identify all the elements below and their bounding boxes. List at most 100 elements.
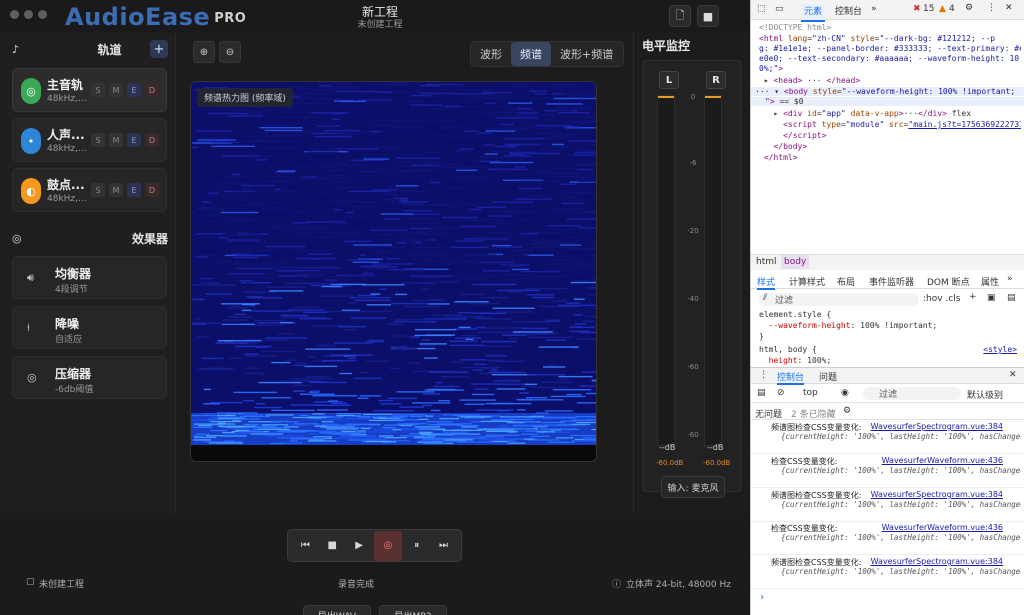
pause-button[interactable]: ⏸︎	[405, 534, 429, 558]
input-source-button[interactable]: 输入: 麦克风	[661, 476, 725, 498]
effect-item-eq[interactable]: 🔊︎ 均衡器 4段调节	[12, 256, 167, 299]
tab-properties[interactable]: 属性	[981, 275, 999, 288]
log-object[interactable]: {currentHeight: '100%', lastHeight: '100…	[781, 533, 1021, 542]
track-item[interactable]: ◐ 鼓点... 48kHz,... S M E D	[12, 168, 167, 212]
settings-icon[interactable]: ⚙	[965, 3, 973, 13]
skip-back-button[interactable]: ⏮︎	[293, 534, 317, 558]
log-object[interactable]: {currentHeight: '100%', lastHeight: '100…	[781, 466, 1021, 475]
console-log-entry[interactable]: 频谱图检查CSS变量变化: WavesurferSpectrogram.vue:…	[751, 421, 1024, 454]
solo-button[interactable]: S	[91, 133, 105, 147]
effect-name: 压缩器	[55, 367, 92, 381]
stop-button[interactable]: ■	[697, 5, 719, 27]
mute-button[interactable]: M	[109, 183, 123, 197]
mode-waveform[interactable]: 波形	[471, 42, 511, 66]
hov-cls-toggle[interactable]: :hov .cls	[923, 294, 960, 304]
effects-button[interactable]: E	[127, 83, 141, 97]
close-window-button[interactable]	[10, 10, 19, 19]
effect-item-compressor[interactable]: ◎ 压缩器 -6db阈值	[12, 356, 167, 399]
tab-elements[interactable]: 元素	[801, 4, 826, 22]
console-log-entry[interactable]: 检查CSS变量变化: WavesurferWaveform.vue:436 {c…	[751, 522, 1024, 555]
close-icon[interactable]: ✕	[1005, 3, 1013, 13]
context-selector[interactable]: top	[803, 388, 818, 398]
export-wav-button[interactable]: 导出WAV	[303, 605, 371, 615]
tab-layout[interactable]: 布局	[837, 275, 855, 288]
settings-icon[interactable]: ⚙	[843, 406, 851, 416]
error-count[interactable]: 15	[923, 4, 934, 14]
clear-console-icon[interactable]: ⊘	[777, 388, 785, 398]
mode-waveform-spectrum[interactable]: 波形+频谱	[551, 42, 622, 66]
log-object[interactable]: {currentHeight: '100%', lastHeight: '100…	[781, 567, 1021, 576]
solo-button[interactable]: S	[91, 183, 105, 197]
track-item[interactable]: ◎ 主音轨 48kHz,... S M E D	[12, 68, 167, 112]
play-button[interactable]: ▶︎	[347, 534, 371, 558]
more-tabs-icon[interactable]: »	[871, 4, 877, 14]
log-message: 检查CSS变量变化:	[771, 524, 838, 533]
tab-dom-breakpoints[interactable]: DOM 断点	[927, 275, 970, 288]
drawer-tab-issues[interactable]: 问题	[819, 370, 837, 383]
sidebar-toggle-icon[interactable]: ▤	[1007, 293, 1016, 303]
console-prompt[interactable]: ›	[759, 592, 765, 603]
delete-button[interactable]: D	[145, 183, 159, 197]
log-source-link[interactable]: WavesurferSpectrogram.vue:384	[871, 422, 1003, 431]
more-tabs-icon[interactable]: »	[1007, 274, 1013, 284]
target-icon: ◎	[21, 78, 41, 104]
console-log-entry[interactable]: 检查CSS变量变化: WavesurferWaveform.vue:436 {c…	[751, 455, 1024, 488]
mute-button[interactable]: M	[109, 133, 123, 147]
close-icon[interactable]: ✕	[1009, 370, 1017, 380]
tick-label: -40	[687, 295, 699, 303]
maximize-window-button[interactable]	[38, 10, 47, 19]
minimize-window-button[interactable]	[24, 10, 33, 19]
mute-button[interactable]: M	[109, 83, 123, 97]
log-object[interactable]: {currentHeight: '100%', lastHeight: '100…	[781, 500, 1021, 509]
log-source-link[interactable]: WavesurferWaveform.vue:436	[882, 523, 1003, 532]
stop-transport-button[interactable]: ■	[320, 534, 344, 558]
log-object[interactable]: {currentHeight: '100%', lastHeight: '100…	[781, 432, 1021, 441]
effects-button[interactable]: E	[127, 183, 141, 197]
delete-button[interactable]: D	[145, 133, 159, 147]
status-project: 未创建工程	[39, 580, 85, 590]
mode-spectrum[interactable]: 频谱	[511, 42, 551, 66]
inspect-icon[interactable]: ⬚	[757, 4, 766, 14]
console-filter-input[interactable]: 过滤	[863, 387, 961, 400]
delete-button[interactable]: D	[145, 83, 159, 97]
sidebar-icon[interactable]: ▤	[757, 388, 766, 398]
spectrogram-view[interactable]: 频谱热力图 (频率域)	[190, 81, 597, 462]
track-item[interactable]: • 人声... 48kHz,... S M E D	[12, 118, 167, 162]
breadcrumb-html[interactable]: html	[756, 257, 777, 267]
skip-forward-button[interactable]: ⏭︎	[432, 534, 456, 558]
more-icon[interactable]: ⋮	[987, 3, 996, 13]
export-mp3-button[interactable]: 导出MP3	[379, 605, 447, 615]
styles-filter-input[interactable]: 过滤	[759, 293, 919, 306]
effect-item-denoise[interactable]: ⫮ 降噪 自适应	[12, 306, 167, 349]
console-log-entry[interactable]: 频谱图检查CSS变量变化: WavesurferSpectrogram.vue:…	[751, 489, 1024, 522]
file-button[interactable]: 🗋	[669, 5, 691, 27]
device-toggle-icon[interactable]: ▭	[775, 4, 784, 14]
tab-computed[interactable]: 计算样式	[789, 275, 825, 288]
devtools-panel: ⬚ ▭ 元素 控制台 » ✖ 15 ▲ 4 ⚙ ⋮ ✕ <!DOCTYPE ht…	[750, 0, 1024, 615]
console-log-entry[interactable]: 频谱图检查CSS变量变化: WavesurferSpectrogram.vue:…	[751, 556, 1024, 589]
log-source-link[interactable]: WavesurferSpectrogram.vue:384	[871, 490, 1003, 499]
tab-console[interactable]: 控制台	[835, 4, 862, 17]
log-source-link[interactable]: WavesurferSpectrogram.vue:384	[871, 557, 1003, 566]
drawer-tab-console[interactable]: 控制台	[777, 370, 805, 385]
zoom-in-button[interactable]: ⊕	[193, 41, 215, 63]
tab-styles[interactable]: 样式	[757, 275, 776, 290]
add-track-button[interactable]: +	[149, 40, 168, 58]
zoom-out-button[interactable]: ⊖	[219, 41, 241, 63]
eye-icon[interactable]: ◉	[841, 388, 849, 398]
app-window: AudioEase PRO 新工程 未创建工程 🗋 ■ ♪ 轨道 + ◎ 主音轨 …	[0, 0, 750, 615]
log-source-link[interactable]: WavesurferWaveform.vue:436	[882, 456, 1003, 465]
add-rule-icon[interactable]: +	[969, 292, 977, 302]
skip-back-icon: ⏮︎	[300, 540, 310, 551]
warning-count[interactable]: 4	[949, 4, 955, 14]
breadcrumb-body[interactable]: body	[781, 255, 810, 269]
paint-icon[interactable]: ▣	[987, 293, 996, 303]
solo-button[interactable]: S	[91, 83, 105, 97]
record-button[interactable]: ◎	[373, 530, 402, 561]
compressor-icon: ◎	[27, 371, 37, 384]
tab-listeners[interactable]: 事件监听器	[869, 275, 914, 288]
effects-button[interactable]: E	[127, 133, 141, 147]
log-level-selector[interactable]: 默认级别	[967, 388, 1003, 401]
console-issues-bar: 无问题 2 条已隐藏 ⚙	[751, 404, 1024, 420]
more-icon[interactable]: ⋮	[759, 370, 768, 380]
